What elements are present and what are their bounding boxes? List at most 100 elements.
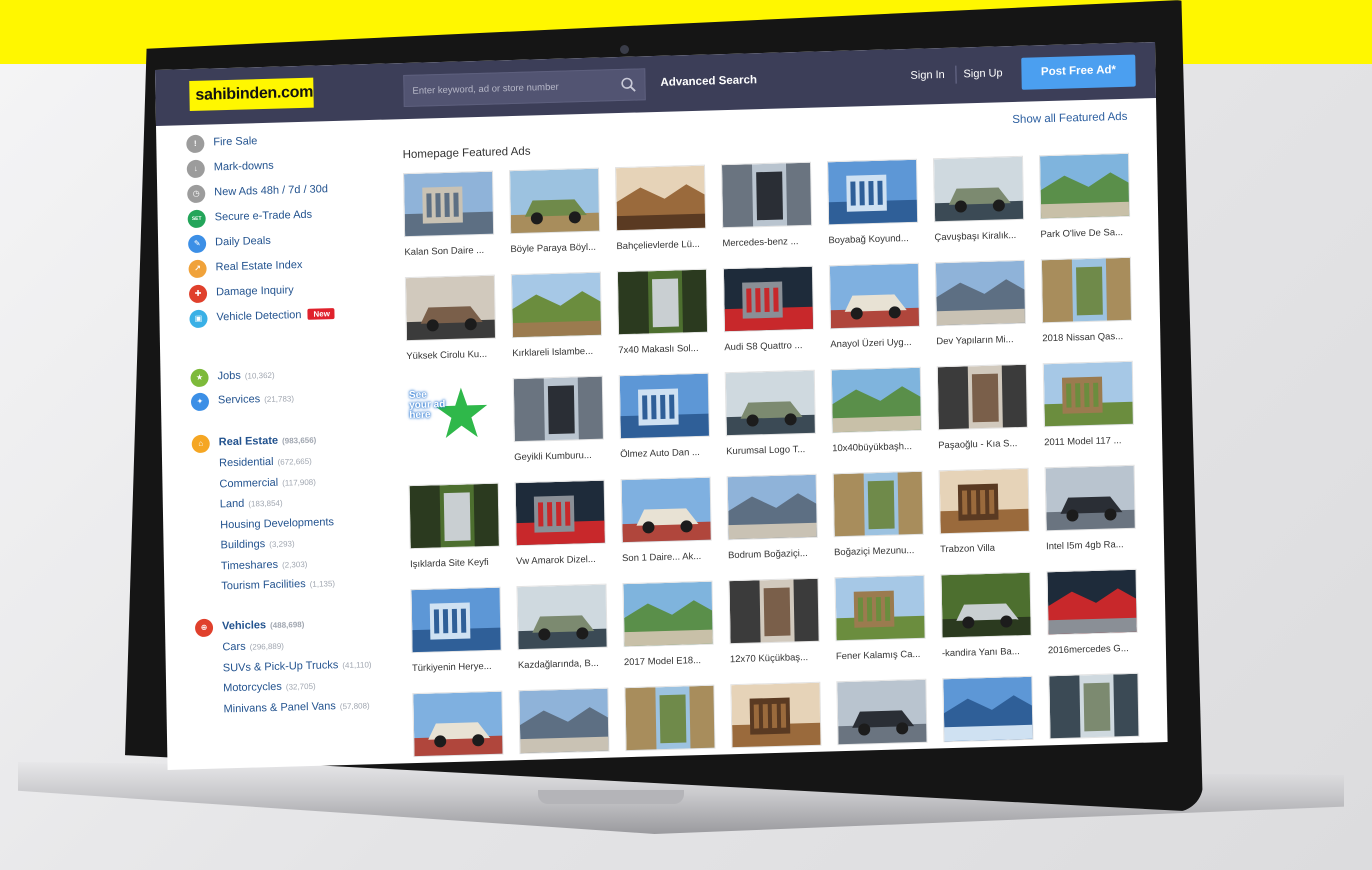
ad-caption[interactable]: Boyabağ Koyund... xyxy=(828,233,924,246)
ad-card[interactable]: Trabzon Villa xyxy=(938,467,1036,571)
ad-card[interactable] xyxy=(412,690,506,770)
ad-thumbnail[interactable] xyxy=(938,467,1030,535)
subcategory-link[interactable]: Motorcycles (32,705) xyxy=(223,680,316,695)
ad-card[interactable]: 2016mercedes G... xyxy=(1046,568,1140,672)
ad-thumbnail[interactable] xyxy=(730,681,822,749)
ad-thumbnail[interactable] xyxy=(830,366,922,434)
ad-caption[interactable]: Kalan Son Daire ... xyxy=(404,244,500,258)
ad-caption[interactable]: Anayol Üzeri Uyg... xyxy=(830,337,926,350)
ad-card[interactable]: Ölmez Auto Dan ... xyxy=(618,372,716,476)
ad-caption[interactable]: Yüksek Cirolu Ku... xyxy=(406,348,502,362)
ad-thumbnail[interactable] xyxy=(724,369,816,437)
ad-thumbnail[interactable] xyxy=(1048,672,1140,740)
ad-caption[interactable]: 2011 Model 117 ... xyxy=(1044,435,1140,448)
ad-card[interactable]: -kandira Yanı Ba... xyxy=(940,571,1034,675)
ad-thumbnail[interactable] xyxy=(1040,256,1133,324)
ad-thumbnail[interactable] xyxy=(624,684,716,752)
ad-caption[interactable]: 2018 Nissan Qas... xyxy=(1042,331,1138,344)
ad-thumbnail[interactable] xyxy=(618,372,710,440)
ad-caption[interactable]: Çavuşbaşı Kiralık... xyxy=(934,230,1030,243)
ad-card[interactable]: Boğaziçi Mezunu... xyxy=(832,470,927,574)
ad-caption[interactable]: Vw Amarok Dizel... xyxy=(516,553,612,567)
ad-caption[interactable]: Kurumsal Logo T... xyxy=(726,444,822,457)
ad-card[interactable]: 7x40 Makaslı Sol... xyxy=(616,268,711,372)
ad-thumbnail[interactable] xyxy=(1044,464,1136,532)
subcategory-link[interactable]: Housing Developments xyxy=(220,516,338,531)
site-logo[interactable]: sahibinden.com xyxy=(189,77,314,112)
ad-caption[interactable]: Kazdağlarında, B... xyxy=(518,657,614,671)
ad-caption[interactable]: Ölmez Auto Dan ... xyxy=(620,446,716,460)
ad-thumbnail[interactable] xyxy=(622,580,714,648)
ad-thumbnail[interactable] xyxy=(412,690,504,758)
ad-card[interactable]: Son 1 Daire... Ak... xyxy=(620,476,718,580)
ad-thumbnail[interactable] xyxy=(834,574,926,642)
ad-thumbnail[interactable] xyxy=(620,476,712,544)
ad-card[interactable]: 2018 Nissan Qas... xyxy=(1040,256,1138,360)
ad-card[interactable]: Bahçelievlerde Lü... xyxy=(614,164,712,268)
ad-caption[interactable]: Bodrum Boğaziçi... xyxy=(728,548,824,561)
ad-thumbnail[interactable] xyxy=(402,170,495,238)
ad-caption[interactable]: Fener Kalamış Ca... xyxy=(836,649,932,662)
ad-card[interactable]: Kalan Son Daire ... xyxy=(402,170,500,274)
ad-caption[interactable]: Intel I5m 4gb Ra... xyxy=(1046,539,1142,552)
ad-thumbnail[interactable] xyxy=(832,470,924,538)
ad-thumbnail[interactable] xyxy=(1046,568,1138,636)
ad-card[interactable]: Dev Yapıların Mi... xyxy=(934,259,1029,363)
advanced-search-link[interactable]: Advanced Search xyxy=(660,74,757,89)
subcategory-link[interactable]: Minivans & Panel Vans (57,808) xyxy=(223,699,369,715)
subcategory-link[interactable]: Residential (672,665) xyxy=(219,455,312,470)
search-input[interactable] xyxy=(404,70,615,107)
ad-card[interactable]: Fener Kalamış Ca... xyxy=(834,574,928,678)
ad-thumbnail[interactable] xyxy=(942,675,1034,743)
ad-card[interactable]: Bodrum Boğaziçi... xyxy=(726,473,824,577)
ad-thumbnail[interactable] xyxy=(720,161,813,229)
ad-card[interactable]: Mercedes-benz ... xyxy=(720,161,818,265)
ad-caption[interactable]: Bahçelievlerde Lü... xyxy=(616,238,712,252)
search-icon[interactable] xyxy=(620,77,636,93)
ad-thumbnail[interactable] xyxy=(518,687,610,755)
ad-thumbnail[interactable] xyxy=(516,583,608,651)
ad-caption[interactable]: Mercedes-benz ... xyxy=(722,236,818,249)
ad-card[interactable]: Vw Amarok Dizel... xyxy=(514,479,612,583)
ad-caption[interactable]: Türkiyenin Herye... xyxy=(412,660,508,674)
ad-thumbnail[interactable] xyxy=(940,571,1032,639)
ad-caption[interactable]: Son 1 Daire... Ak... xyxy=(622,550,718,564)
ad-caption[interactable]: Paşaoğlu - Kıa S... xyxy=(938,438,1034,451)
subcategory-link[interactable]: Timeshares (2,303) xyxy=(221,557,308,572)
ad-caption[interactable]: Trabzon Villa xyxy=(940,542,1036,556)
ad-card[interactable]: Kazdağlarında, B... xyxy=(516,583,610,687)
ad-thumbnail[interactable] xyxy=(512,375,604,443)
ad-thumbnail[interactable] xyxy=(508,167,601,235)
post-free-ad-button[interactable]: Post Free Ad* xyxy=(1021,54,1136,90)
ad-card[interactable]: See your ad here xyxy=(407,379,501,482)
ad-thumbnail[interactable] xyxy=(836,678,928,746)
ad-card[interactable] xyxy=(518,687,612,770)
ad-card[interactable]: Yüksek Cirolu Ku... xyxy=(404,274,502,378)
ad-card[interactable]: Geyikli Kumburu... xyxy=(512,375,607,479)
ad-caption[interactable]: 12x70 Küçükbaş... xyxy=(730,652,826,665)
ad-thumbnail[interactable] xyxy=(1042,360,1134,428)
ad-caption[interactable]: -kandira Yanı Ba... xyxy=(942,646,1038,659)
subcategory-link[interactable]: Buildings (3,293) xyxy=(220,537,294,551)
ad-thumbnail[interactable] xyxy=(410,586,502,654)
ad-thumbnail[interactable] xyxy=(514,479,606,547)
subcategory-link[interactable]: Cars (296,889) xyxy=(222,640,284,654)
ad-caption[interactable]: 2017 Model E18... xyxy=(624,654,720,668)
ad-caption[interactable]: 10x40büyükbaşh... xyxy=(832,441,928,454)
ad-caption[interactable]: Işıklarda Site Keyfi xyxy=(410,556,506,570)
ad-thumbnail[interactable] xyxy=(828,262,921,330)
ad-card[interactable]: Park O'live De Sa... xyxy=(1038,152,1133,256)
ad-thumbnail[interactable] xyxy=(932,155,1025,223)
subcategory-link[interactable]: Tourism Facilities (1,135) xyxy=(221,577,335,592)
ad-thumbnail[interactable] xyxy=(616,268,709,336)
ad-thumbnail[interactable] xyxy=(614,164,707,232)
ad-caption[interactable]: 2016mercedes G... xyxy=(1048,643,1144,656)
ad-thumbnail[interactable] xyxy=(934,259,1027,327)
ad-caption[interactable]: Audi S8 Quattro ... xyxy=(724,340,820,353)
subcategory-link[interactable]: Commercial (117,908) xyxy=(219,475,316,490)
ad-thumbnail[interactable] xyxy=(728,577,820,645)
sign-in-link[interactable]: Sign In xyxy=(910,69,944,82)
subcategory-link[interactable]: SUVs & Pick-Up Trucks (41,110) xyxy=(223,658,372,674)
sign-up-link[interactable]: Sign Up xyxy=(963,67,1002,80)
ad-card[interactable]: Çavuşbaşı Kiralık... xyxy=(932,155,1030,259)
